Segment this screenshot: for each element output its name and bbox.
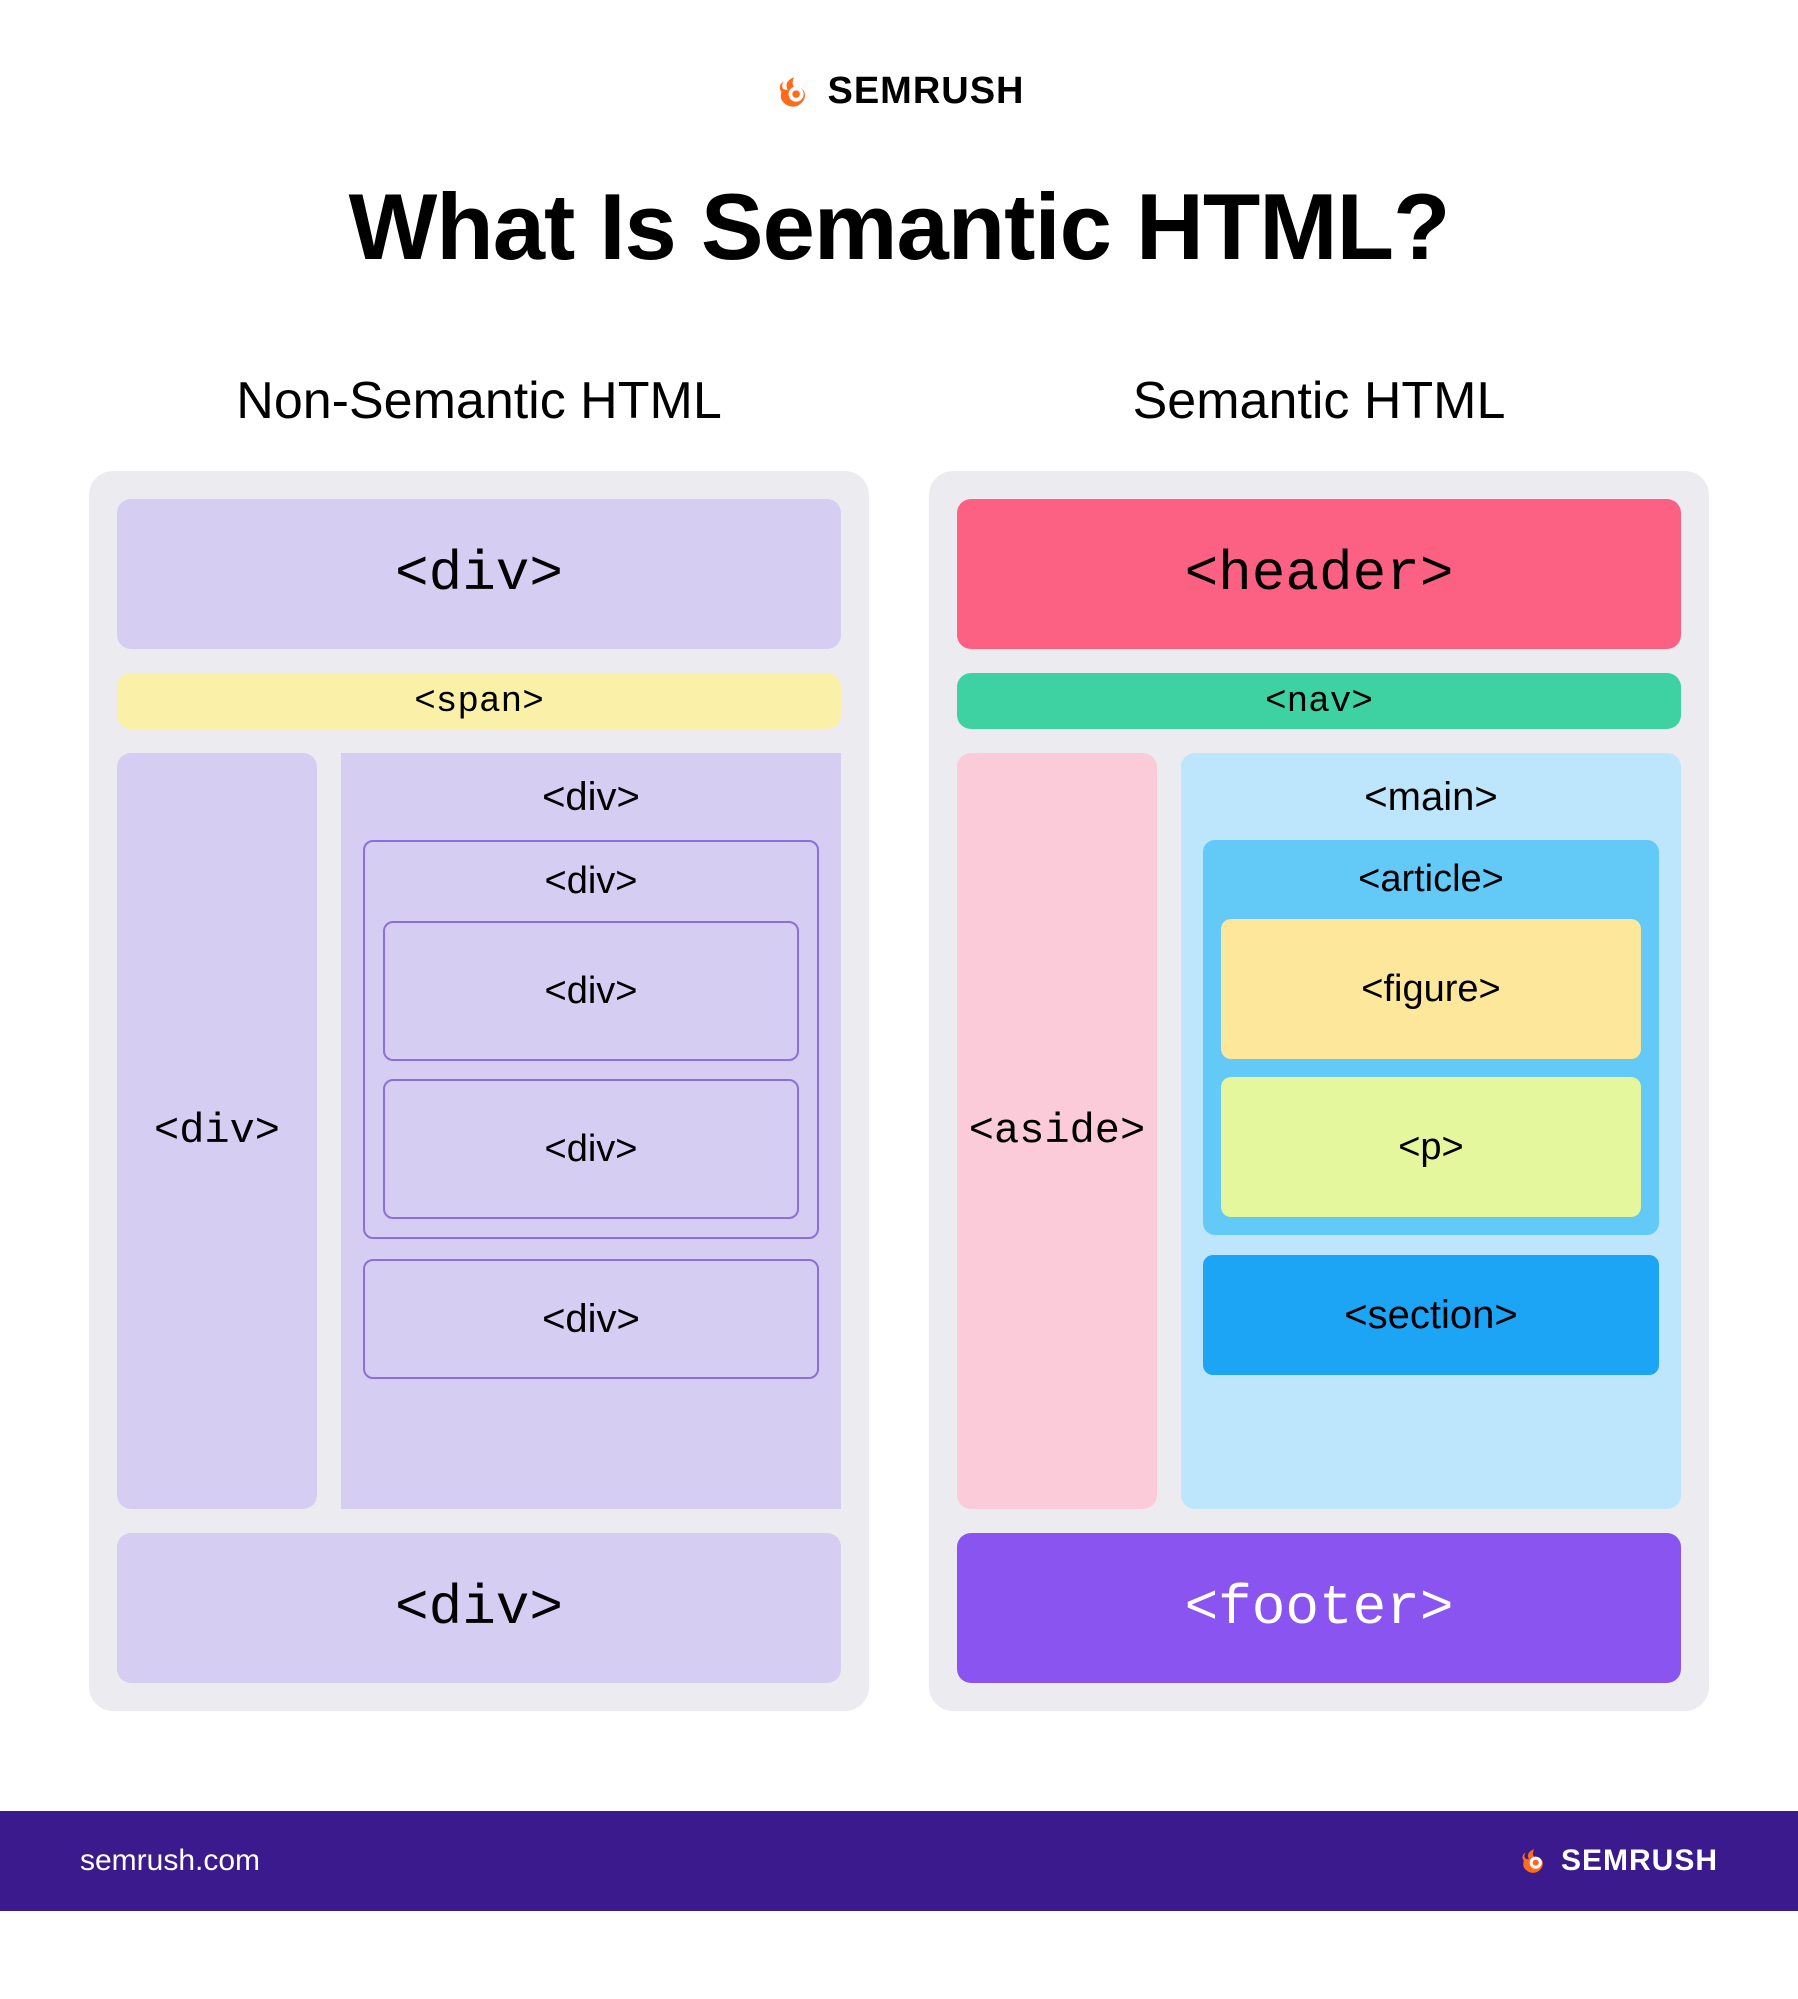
non-semantic-panel: <div> <span> <div> <div> <div> <div> <di… [89,471,869,1711]
ns-inner-label: <div> [383,860,799,903]
sm-p-box: <p> [1221,1077,1641,1217]
content-area: SEMRUSH What Is Semantic HTML? Non-Seman… [0,0,1798,1811]
sm-section-box: <section> [1203,1255,1659,1375]
flame-icon [1517,1844,1551,1878]
footer-bar: semrush.com SEMRUSH [0,1811,1798,1911]
sm-article-box: <article> <figure> <p> [1203,840,1659,1235]
ns-main-label: <div> [363,775,819,820]
sm-article-label: <article> [1221,858,1641,901]
brand-name: SEMRUSH [827,70,1024,113]
ns-main-box: <div> <div> <div> <div> <div> [341,753,841,1509]
sm-aside-box: <aside> [957,753,1157,1509]
sm-header-box: <header> [957,499,1681,649]
footer-brand: SEMRUSH [1517,1844,1718,1878]
columns: Non-Semantic HTML <div> <span> <div> <di… [80,371,1718,1711]
footer-url: semrush.com [80,1844,260,1878]
ns-aside-box: <div> [117,753,317,1509]
semantic-panel: <header> <nav> <aside> <main> <article> … [929,471,1709,1711]
footer-brand-name: SEMRUSH [1561,1844,1718,1878]
ns-span-box: <span> [117,673,841,729]
sm-main-box: <main> <article> <figure> <p> <section> [1181,753,1681,1509]
flame-icon [773,71,815,113]
page-title: What Is Semantic HTML? [80,173,1718,281]
ns-inner-child-1: <div> [383,921,799,1061]
ns-inner-child-2: <div> [383,1079,799,1219]
sm-footer-box: <footer> [957,1533,1681,1683]
ns-section-box: <div> [363,1259,819,1379]
sm-body-row: <aside> <main> <article> <figure> <p> <s… [957,753,1681,1509]
page: SEMRUSH What Is Semantic HTML? Non-Seman… [0,0,1798,1911]
ns-footer-box: <div> [117,1533,841,1683]
non-semantic-column: Non-Semantic HTML <div> <span> <div> <di… [89,371,869,1711]
ns-inner-box: <div> <div> <div> [363,840,819,1239]
ns-header-box: <div> [117,499,841,649]
brand-header: SEMRUSH [80,70,1718,113]
semantic-heading: Semantic HTML [929,371,1709,431]
semantic-column: Semantic HTML <header> <nav> <aside> <ma… [929,371,1709,1711]
ns-body-row: <div> <div> <div> <div> <div> <div> [117,753,841,1509]
sm-main-label: <main> [1203,775,1659,820]
sm-figure-box: <figure> [1221,919,1641,1059]
non-semantic-heading: Non-Semantic HTML [89,371,869,431]
sm-nav-box: <nav> [957,673,1681,729]
